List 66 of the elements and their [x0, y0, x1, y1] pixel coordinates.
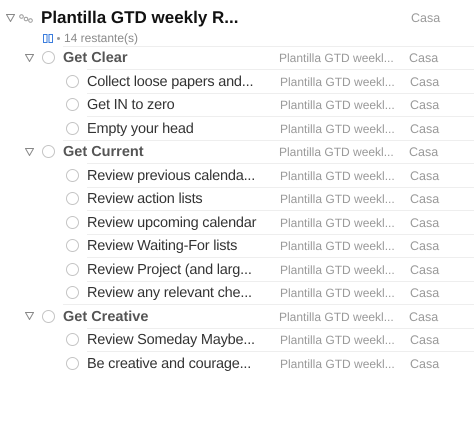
context-cell: Casa	[409, 145, 438, 160]
task-title: Empty your head	[87, 120, 195, 137]
bullet-icon	[57, 36, 60, 40]
checkbox-circle[interactable]	[66, 74, 79, 88]
context-cell: Casa	[410, 356, 440, 371]
disclosure-triangle-icon[interactable]	[25, 312, 34, 320]
project-cell-text: Plantilla GTD weekl...	[280, 262, 396, 277]
task-title: Review Waiting-For lists	[87, 238, 238, 254]
context-cell: Casa	[410, 286, 440, 300]
context-cell: Casa	[410, 98, 440, 112]
project-cell-text: Plantilla GTD weekl...	[280, 74, 396, 89]
context-cell: Casa	[410, 192, 440, 206]
task-title: Review Project (and larg...	[87, 262, 253, 278]
group-title: Get Clear	[63, 50, 128, 66]
context-cell: Casa	[410, 122, 440, 136]
project-cell-text: Plantilla GTD weekl...	[279, 310, 395, 324]
task-title: Review action lists	[87, 191, 204, 208]
project-cell-text: Plantilla GTD weekl...	[280, 98, 396, 112]
project-cell-text: Plantilla GTD weekl...	[280, 168, 396, 183]
project-cell-text: Plantilla GTD weekl...	[280, 333, 396, 348]
task-title: Review any relevant che...	[87, 285, 253, 302]
context-cell: Casa	[410, 333, 440, 348]
project-cell-text: Plantilla GTD weekl...	[280, 286, 396, 300]
task-title: Collect loose papers and...	[87, 74, 254, 90]
disclosure-triangle-icon[interactable]	[25, 148, 34, 156]
context-cell: Casa	[410, 262, 440, 277]
checkbox-circle[interactable]	[66, 333, 79, 346]
disclosure-triangle-icon[interactable]	[25, 54, 34, 62]
checkbox-circle[interactable]	[42, 51, 55, 64]
checkbox-circle[interactable]	[66, 192, 79, 206]
checkbox-circle[interactable]	[66, 239, 79, 252]
context-cell: Casa	[409, 310, 438, 324]
context-cell: Casa	[410, 239, 440, 254]
task-title: Review Someday Maybe...	[87, 332, 256, 348]
checkbox-circle[interactable]	[66, 122, 79, 135]
project-cell-text: Plantilla GTD weekl...	[280, 122, 396, 136]
project-cell-text: Plantilla GTD weekl...	[279, 51, 395, 66]
project-cell-text: Plantilla GTD weekl...	[280, 356, 396, 371]
project-title: Plantilla GTD weekly R...	[41, 8, 240, 28]
task-title: Get IN to zero	[87, 97, 176, 114]
task-title: Review upcoming calendar	[87, 214, 258, 231]
checkbox-circle[interactable]	[66, 98, 79, 112]
context-label: Casa	[411, 11, 440, 25]
remaining-count: 14 restante(s)	[64, 31, 138, 45]
project-icon	[19, 14, 33, 22]
project-cell-text: Plantilla GTD weekl...	[280, 192, 396, 206]
task-title: Review previous calenda...	[87, 168, 256, 184]
checkbox-circle[interactable]	[42, 145, 55, 158]
task-title: Be creative and courage...	[87, 356, 252, 372]
group-title: Get Current	[63, 144, 145, 160]
checkbox-circle[interactable]	[42, 310, 55, 323]
checkbox-circle[interactable]	[66, 262, 79, 276]
context-cell: Casa	[409, 51, 438, 66]
disclosure-triangle-icon[interactable]	[6, 14, 15, 22]
parallel-icon	[43, 34, 53, 42]
project-cell-text: Plantilla GTD weekl...	[280, 216, 396, 230]
project-cell-text: Plantilla GTD weekl...	[279, 145, 395, 160]
group-title: Get Creative	[63, 308, 150, 325]
checkbox-circle[interactable]	[66, 168, 79, 182]
checkbox-circle[interactable]	[66, 286, 79, 300]
project-cell-text: Plantilla GTD weekl...	[280, 239, 396, 254]
checkbox-circle[interactable]	[66, 216, 79, 229]
context-cell: Casa	[410, 74, 440, 89]
context-cell: Casa	[410, 216, 440, 230]
context-cell: Casa	[410, 168, 440, 183]
checkbox-circle[interactable]	[66, 356, 79, 370]
